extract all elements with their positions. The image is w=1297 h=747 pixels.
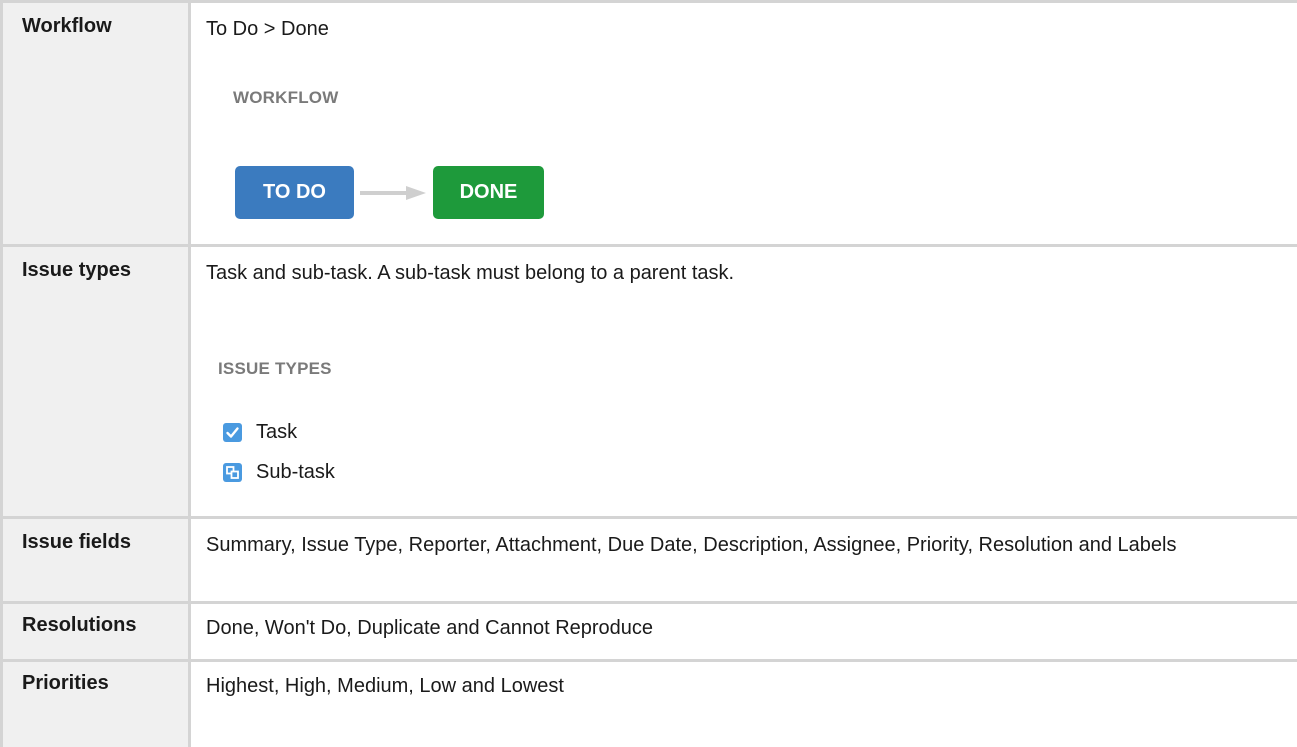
- workflow-section-heading: WORKFLOW: [233, 88, 339, 107]
- issue-type-task: Task: [223, 421, 297, 444]
- row-header-issue-types: Issue types: [3, 247, 191, 516]
- issue-fields-description: Summary, Issue Type, Reporter, Attachmen…: [206, 534, 1177, 556]
- table-row-issue-fields: Issue fields Summary, Issue Type, Report…: [3, 519, 1297, 604]
- row-header-resolutions: Resolutions: [3, 604, 191, 659]
- status-done-lozenge: DONE: [433, 166, 544, 219]
- subtask-icon: [223, 463, 242, 482]
- row-header-priorities: Priorities: [3, 662, 191, 747]
- issue-types-description: Task and sub-task. A sub-task must belon…: [206, 262, 735, 284]
- issue-type-subtask: Sub-task: [223, 461, 335, 484]
- workflow-arrow-icon: [360, 186, 426, 200]
- config-table: Workflow To Do > Done Issue types Task a…: [0, 0, 1297, 747]
- status-todo-lozenge: TO DO: [235, 166, 354, 219]
- workflow-description: To Do > Done: [206, 18, 329, 40]
- row-header-issue-fields: Issue fields: [3, 519, 191, 601]
- issue-types-section-heading: ISSUE TYPES: [218, 359, 332, 378]
- issue-type-subtask-label: Sub-task: [256, 461, 335, 483]
- issue-type-task-label: Task: [256, 421, 298, 443]
- row-header-workflow: Workflow: [3, 3, 191, 244]
- table-row-issue-types: Issue types Task and sub-task. A sub-tas…: [3, 247, 1297, 519]
- table-row-priorities: Priorities Highest, High, Medium, Low an…: [3, 662, 1297, 747]
- priorities-description: Highest, High, Medium, Low and Lowest: [206, 675, 564, 697]
- table-row-resolutions: Resolutions Done, Won't Do, Duplicate an…: [3, 604, 1297, 662]
- table-row-workflow: Workflow To Do > Done: [3, 3, 1297, 247]
- resolutions-description: Done, Won't Do, Duplicate and Cannot Rep…: [206, 617, 654, 639]
- checkbox-task-icon: [223, 423, 242, 442]
